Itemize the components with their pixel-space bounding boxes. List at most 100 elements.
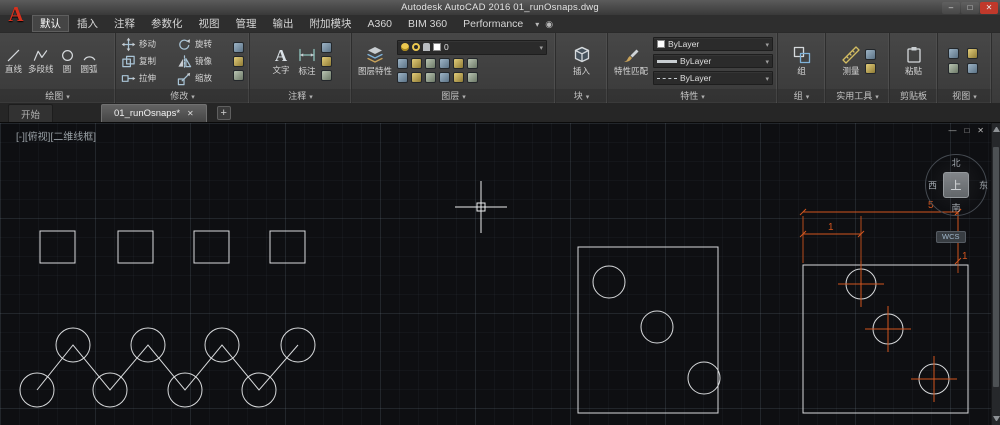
viewcube[interactable]: 北 南 西 东 上 [925,154,987,216]
tool-icon[interactable] [321,56,332,67]
panel-groups-label[interactable]: 组 [778,89,825,102]
wcs-badge[interactable]: WCS [936,231,966,243]
tab-close-icon[interactable]: ✕ [187,109,194,118]
color-swatch [657,40,665,48]
scroll-down-icon[interactable] [993,416,1000,421]
ribbon-tab-插入[interactable]: 插入 [69,15,106,32]
paste-button[interactable]: 粘贴 [902,44,926,77]
scroll-up-icon[interactable] [993,127,1000,132]
tool-icon[interactable] [967,63,978,74]
tool-icon[interactable] [397,72,408,83]
tool-icon[interactable] [397,58,408,69]
chevron-down-icon [875,91,879,101]
viewport-restore-icon[interactable]: □ [964,126,969,135]
ribbon-tab-A360[interactable]: A360 [360,15,401,32]
tool-icon[interactable] [233,42,244,53]
tool-icon[interactable] [948,48,959,59]
tool-icon[interactable] [321,42,332,53]
stretch-button[interactable]: 拉伸 [119,70,175,87]
property-selects: ByLayer ByLayer ByLayer [653,37,773,85]
ribbon-cycle-icon[interactable] [545,18,553,30]
lineweight-select[interactable]: ByLayer [653,54,773,68]
tab-start[interactable]: 开始 [8,104,53,122]
ribbon-tab-附加模块[interactable]: 附加模块 [302,15,360,32]
panel-modify-label[interactable]: 修改 [116,89,249,102]
current-layer-value: 0 [444,42,449,52]
ribbon-collapse-icon[interactable] [535,18,539,30]
scrollbar-thumb[interactable] [993,147,999,387]
text-button[interactable]: 文字 [269,45,293,76]
panel-block-label[interactable]: 块 [556,89,607,102]
tool-icon[interactable] [453,58,464,69]
tool-icon[interactable] [453,72,464,83]
ribbon-tab-默认[interactable]: 默认 [32,15,69,32]
tool-icon[interactable] [233,70,244,81]
ribbon-tab-Performance[interactable]: Performance [455,15,531,32]
polyline-button[interactable]: 多段线 [26,47,56,75]
viewcube-south[interactable]: 南 [951,201,960,214]
close-button[interactable]: ✕ [980,2,998,14]
copy-button[interactable]: 复制 [119,53,175,70]
vertical-scrollbar[interactable] [991,123,1000,425]
dimension-button[interactable]: 标注 [295,44,319,77]
ribbon-tab-视图[interactable]: 视图 [191,15,228,32]
panel-layers-label[interactable]: 图层 [352,89,555,102]
panel-properties-label[interactable]: 特性 [608,89,777,102]
layer-select[interactable]: 0 [397,40,547,55]
tool-icon[interactable] [425,72,436,83]
rotate-button[interactable]: 旋转 [175,36,231,53]
viewport-close-icon[interactable]: ✕ [977,126,984,135]
mirror-button[interactable]: 镜像 [175,53,231,70]
ribbon-tab-输出[interactable]: 输出 [265,15,302,32]
line-button[interactable]: 直线 [3,47,24,75]
arc-button[interactable]: 圆弧 [79,47,100,75]
tool-icon[interactable] [865,63,876,74]
tool-icon[interactable] [467,72,478,83]
measure-button[interactable]: 测量 [839,44,863,77]
scale-button[interactable]: 缩放 [175,70,231,87]
tool-icon[interactable] [425,58,436,69]
tool-icon[interactable] [411,58,422,69]
tool-icon[interactable] [233,56,244,67]
ribbon-tab-注释[interactable]: 注释 [106,15,143,32]
group-button[interactable]: 组 [790,44,814,77]
ribbon-tab-参数化[interactable]: 参数化 [143,15,191,32]
viewcube-west[interactable]: 西 [928,179,937,192]
autocad-logo-icon[interactable]: A [4,0,28,30]
new-tab-button[interactable]: + [217,106,231,120]
tool-icon[interactable] [439,58,450,69]
panel-clipboard-label[interactable]: 剪贴板 [890,89,937,102]
tool-icon[interactable] [967,48,978,59]
panel-draw-label[interactable]: 绘图 [0,89,115,102]
maximize-button[interactable]: □ [961,2,979,14]
modify-grid: 移动 旋转 复制 镜像 [119,36,231,87]
ribbon-tab-管理[interactable]: 管理 [228,15,265,32]
match-properties-button[interactable]: 特性匹配 [611,44,651,77]
viewport-minimize-icon[interactable]: — [948,126,956,135]
panel-view-label[interactable]: 视图 [938,89,991,102]
viewcube-top-face[interactable]: 上 [943,172,969,198]
tab-drawing[interactable]: 01_runOsnaps* ✕ [101,104,207,122]
viewcube-north[interactable]: 北 [951,156,960,169]
tool-icon[interactable] [411,72,422,83]
ribbon-tab-BIM 360[interactable]: BIM 360 [400,15,455,32]
tool-icon[interactable] [467,58,478,69]
tool-icon[interactable] [865,49,876,60]
layer-properties-button[interactable]: 图层特性 [355,44,395,77]
object-color-select[interactable]: ByLayer [653,37,773,51]
tool-icon[interactable] [321,70,332,81]
minimize-button[interactable]: – [942,2,960,14]
viewport-controls[interactable]: [-][俯视][二维线框] [16,128,96,143]
panel-utilities-label[interactable]: 实用工具 [826,89,889,102]
chevron-down-icon [539,42,543,52]
panel-annotate-label[interactable]: 注释 [250,89,351,102]
linetype-select[interactable]: ByLayer [653,71,773,85]
button-label: 粘贴 [905,67,922,76]
tool-icon[interactable] [948,63,959,74]
insert-button[interactable]: 插入 [570,44,594,77]
tool-icon[interactable] [439,72,450,83]
viewcube-east[interactable]: 东 [979,179,988,192]
circle-button[interactable]: 圆 [58,47,77,75]
move-button[interactable]: 移动 [119,36,175,53]
drawing-canvas[interactable]: 511 [-][俯视][二维线框] — □ ✕ 北 南 西 东 上 WCS [0,123,1000,425]
